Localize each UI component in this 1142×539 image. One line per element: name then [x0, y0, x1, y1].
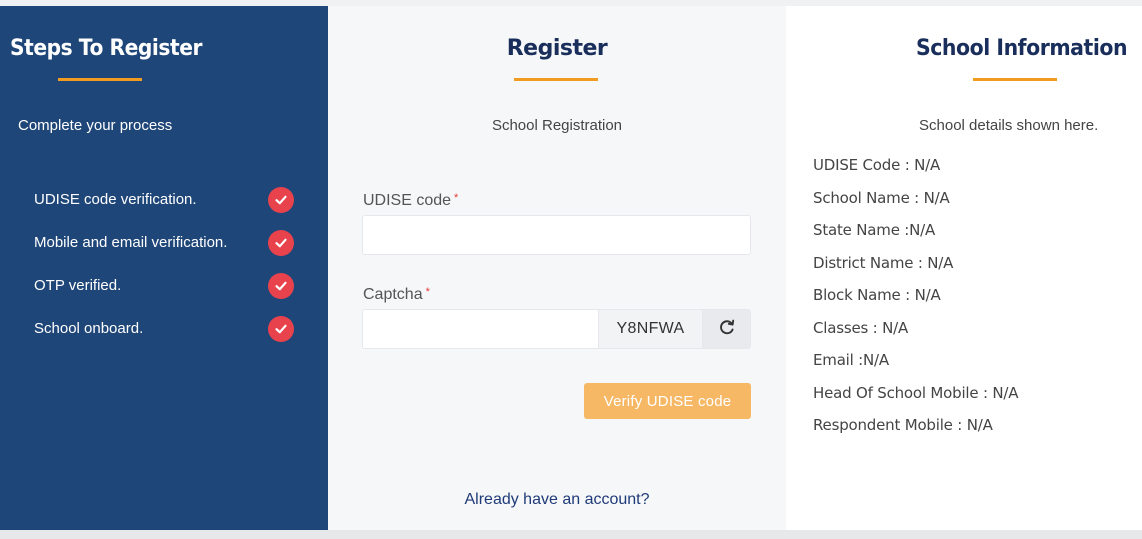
info-head-of-school-mobile: Head Of School Mobile : N/A — [813, 383, 1019, 402]
steps-title-underline — [58, 78, 142, 81]
info-district-name: District Name : N/A — [813, 253, 954, 272]
step-label: UDISE code verification. — [34, 191, 197, 208]
step-item: School onboard. — [34, 307, 296, 350]
info-udise-code: UDISE Code : N/A — [813, 156, 941, 174]
already-have-account-link[interactable]: Already have an account? — [328, 491, 786, 509]
udise-code-label-text: UDISE code — [363, 192, 452, 209]
step-label: OTP verified. — [34, 277, 122, 294]
check-circle-icon — [268, 315, 294, 342]
register-title: Register — [506, 36, 608, 61]
steps-panel: Steps To Register Complete your process … — [0, 6, 328, 530]
required-asterisk: * — [425, 286, 430, 298]
step-label: School onboard. — [34, 320, 144, 337]
step-item: Mobile and email verification. — [34, 221, 296, 264]
info-school-name: School Name : N/A — [813, 188, 950, 207]
udise-code-label: UDISE code * — [363, 192, 458, 210]
register-panel: Register School Registration UDISE code *… — [328, 6, 786, 530]
steps-title: Steps To Register — [10, 36, 202, 61]
info-email: Email :N/A — [813, 351, 889, 369]
verify-udise-button[interactable]: Verify UDISE code — [584, 383, 751, 419]
captcha-input[interactable] — [363, 310, 599, 348]
school-info-subtitle: School details shown here. — [919, 117, 1099, 134]
school-info-title-underline — [973, 78, 1057, 81]
info-respondent-mobile: Respondent Mobile : N/A — [813, 416, 993, 434]
school-info-panel: School Information School details shown … — [786, 6, 1142, 530]
udise-code-input[interactable] — [362, 215, 751, 255]
captcha-field-group: Y8NFWA — [362, 309, 751, 349]
register-subtitle: School Registration — [491, 117, 623, 134]
step-item: OTP verified. — [34, 264, 296, 307]
check-circle-icon — [268, 186, 294, 213]
captcha-code: Y8NFWA — [599, 310, 703, 348]
register-title-underline — [514, 78, 598, 81]
check-circle-icon — [268, 229, 294, 256]
required-asterisk: * — [454, 192, 459, 204]
steps-subtitle: Complete your process — [18, 117, 173, 134]
captcha-refresh-button[interactable] — [703, 310, 750, 348]
step-label: Mobile and email verification. — [34, 234, 228, 251]
info-block-name: Block Name : N/A — [813, 286, 941, 304]
captcha-label-text: Captcha — [363, 286, 423, 303]
step-item: UDISE code verification. — [34, 178, 296, 221]
page-bottom-strip — [0, 530, 1142, 539]
refresh-icon — [718, 318, 736, 341]
school-info-title: School Information — [916, 36, 1128, 61]
info-classes: Classes : N/A — [813, 318, 909, 337]
steps-list: UDISE code verification. Mobile and emai… — [34, 178, 296, 350]
info-state-name: State Name :N/A — [813, 221, 936, 239]
school-info-list: UDISE Code : N/A School Name : N/A State… — [813, 156, 1019, 449]
captcha-label: Captcha * — [363, 286, 430, 304]
check-circle-icon — [268, 272, 294, 299]
